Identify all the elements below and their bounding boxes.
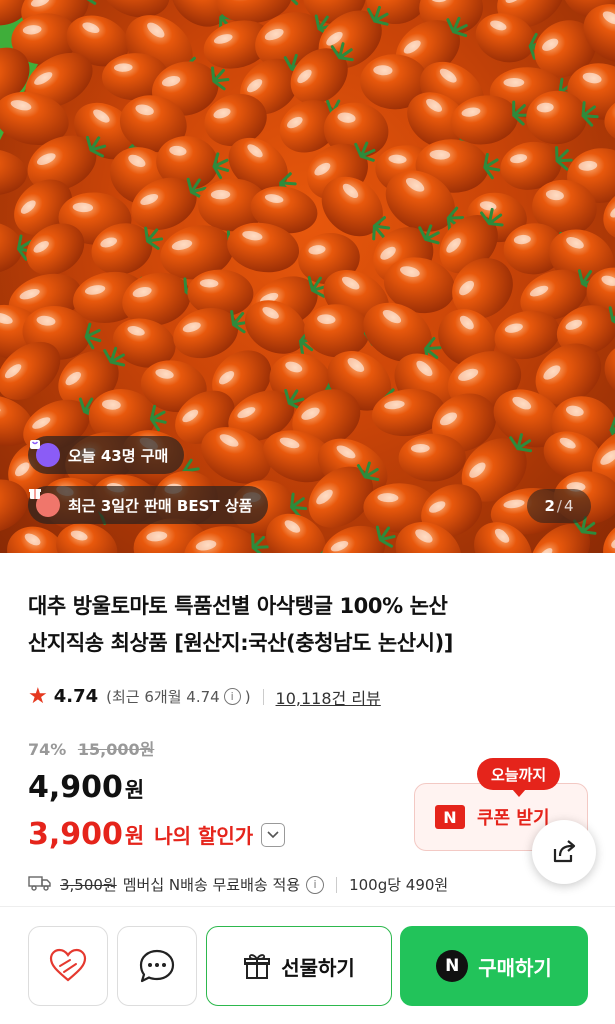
buy-label: 구매하기 <box>478 955 552 980</box>
my-price-value: 3,900 <box>28 817 123 852</box>
tomato <box>0 148 28 196</box>
heart-icon <box>49 948 87 982</box>
chat-bubble-icon <box>139 949 175 983</box>
star-icon: ★ <box>28 684 48 709</box>
talk-button[interactable] <box>117 926 197 1006</box>
discount-rate: 74% <box>28 740 67 759</box>
gift-button[interactable]: 선물하기 <box>206 926 392 1006</box>
divider <box>262 688 264 705</box>
product-title-line1: 대추 방울토마토 특품선별 아삭탱글 100% 논산 <box>28 594 448 618</box>
shipping-text: 멤버십 N배송 무료배송 적용 <box>122 876 301 894</box>
pager-current: 2 <box>544 497 555 515</box>
today-purchase-badge: 오늘 43명 구매 <box>28 436 185 474</box>
share-button[interactable] <box>532 820 596 884</box>
info-icon[interactable]: i <box>306 875 325 894</box>
best-seller-badge: 최근 3일간 판매 BEST 상품 <box>28 486 269 524</box>
rating-recent-close: ) <box>244 687 251 706</box>
gift-box-icon <box>29 489 60 517</box>
pager-separator: / <box>556 497 562 515</box>
like-button[interactable] <box>28 926 108 1006</box>
today-purchase-text: 오늘 43명 구매 <box>68 446 169 465</box>
shopping-bag-icon <box>30 440 60 467</box>
rating-recent: (최근 6개월 4.74 <box>106 688 220 706</box>
coupon-label: 쿠폰 받기 <box>477 808 550 829</box>
my-discount-price[interactable]: 3,900 원 나의 할인가 <box>28 817 286 852</box>
sale-price-unit: 원 <box>124 778 145 802</box>
rating-row: ★ 4.74 (최근 6개월 4.74 i ) 10,118건 리뷰 <box>28 684 381 709</box>
shipping-row: 3,500원 멤버십 N배송 무료배송 적용 i 100g당 490원 <box>28 874 448 895</box>
gift-icon <box>244 954 271 979</box>
pager-total: 4 <box>563 497 574 515</box>
info-icon[interactable]: i <box>223 688 241 705</box>
my-price-label: 나의 할인가 <box>154 824 254 848</box>
best-seller-text: 최근 3일간 판매 BEST 상품 <box>68 496 253 515</box>
chevron-down-icon[interactable] <box>261 822 286 847</box>
divider <box>336 876 338 893</box>
section-divider <box>0 906 615 907</box>
buy-button[interactable]: N 구매하기 <box>400 926 588 1006</box>
product-image[interactable]: 오늘 43명 구매 최근 3일간 판매 BEST 상품 2 / 4 <box>0 0 615 553</box>
rating-score: 4.74 <box>53 686 99 707</box>
image-pager: 2 / 4 <box>527 489 591 523</box>
gift-label: 선물하기 <box>281 955 355 980</box>
my-price-unit: 원 <box>124 823 145 848</box>
review-count-link[interactable]: 10,118건 리뷰 <box>276 685 381 709</box>
naver-n-icon: N <box>435 805 465 829</box>
sale-price-value: 4,900 <box>28 770 123 805</box>
share-icon <box>553 840 576 863</box>
original-price: 15,000원 <box>77 740 155 759</box>
shipping-fee: 3,500원 <box>60 876 117 894</box>
coupon-deadline-tag: 오늘까지 <box>477 758 561 797</box>
sale-price: 4,900원 <box>28 770 144 805</box>
naver-pay-icon: N <box>436 950 469 982</box>
unit-price: 100g당 490원 <box>349 876 449 894</box>
truck-icon <box>28 875 52 895</box>
product-title-line2: 산지직송 최상품 [원산지:국산(충청남도 논산시)] <box>28 631 454 655</box>
discount-line: 74% 15,000원 <box>28 736 154 760</box>
product-title: 대추 방울토마토 특품선별 아삭탱글 100% 논산 산지직송 최상품 [원산지… <box>28 588 588 662</box>
